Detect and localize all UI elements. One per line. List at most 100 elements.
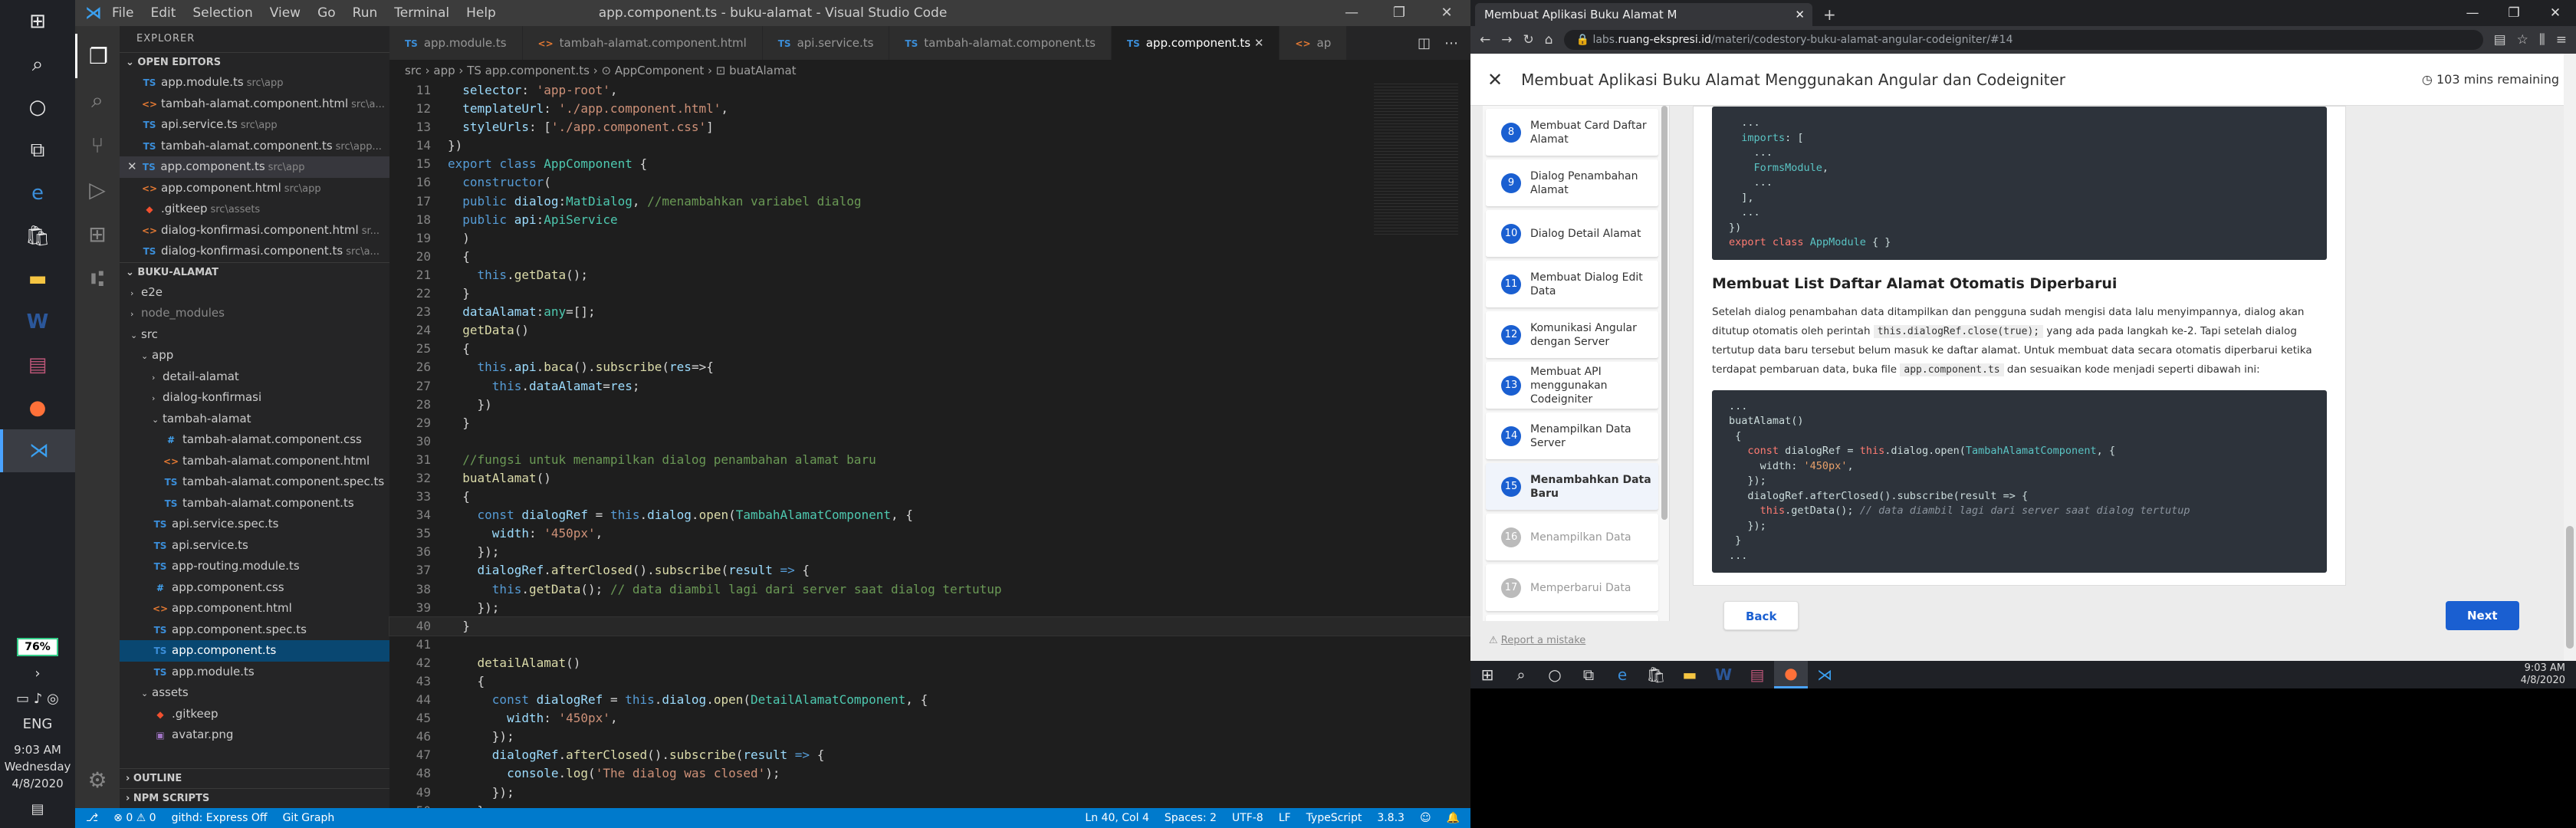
code-line[interactable]: 30 [389, 432, 1470, 451]
explorer-icon[interactable]: ❐ [75, 34, 120, 78]
code-line[interactable]: 31 //fungsi untuk menampilkan dialog pen… [389, 451, 1470, 469]
lesson-nav-item-15[interactable]: 15 Menambahkan Data Baru [1486, 463, 1658, 511]
code-line[interactable]: 21 this.getData(); [389, 266, 1470, 284]
back-button[interactable]: Back [1723, 601, 1799, 630]
menu-file[interactable]: File [112, 5, 133, 21]
tree-file[interactable]: TS tambah-alamat.component.spec.ts [120, 472, 389, 493]
close-tab-icon[interactable]: ✕ [1250, 36, 1264, 50]
cortana-icon[interactable]: ○ [0, 86, 75, 129]
right-clock[interactable]: 9:03 AM 4/8/2020 [2521, 662, 2576, 687]
menu-edit[interactable]: Edit [150, 5, 176, 21]
minimize-icon[interactable]: — [1328, 0, 1375, 26]
extensions-icon[interactable]: ⊞ [75, 212, 120, 256]
more-actions-icon[interactable]: ⋯ [1444, 35, 1458, 51]
firefox-icon[interactable]: ● [0, 386, 75, 429]
tree-file[interactable]: TS app-routing.module.ts [120, 556, 389, 577]
tree-file[interactable]: TS api.service.spec.ts [120, 514, 389, 535]
code-line[interactable]: 38 this.getData(); // data diambil lagi … [389, 580, 1470, 599]
status-item[interactable]: githd: Express Off [172, 812, 268, 824]
close-lesson-icon[interactable]: ✕ [1487, 69, 1503, 90]
open-editor-item[interactable]: ✕ TS app.component.ts src\app [120, 156, 389, 178]
code-line[interactable]: 28 }) [389, 396, 1470, 414]
menu-view[interactable]: View [270, 5, 301, 21]
code-line[interactable]: 16 constructor( [389, 173, 1470, 192]
project-section[interactable]: ⌄ BUKU-ALAMAT [120, 261, 389, 282]
code-line[interactable]: 39 }); [389, 599, 1470, 617]
open-editor-item[interactable]: <> dialog-konfirmasi.component.html sr... [120, 220, 389, 242]
code-line[interactable]: 32 buatAlamat() [389, 469, 1470, 488]
code-line[interactable]: 23 dataAlamat:any=[]; [389, 303, 1470, 321]
lesson-nav-item-12[interactable]: 12 Komunikasi Angular dengan Server [1486, 311, 1658, 359]
tree-folder[interactable]: › e2e [120, 282, 389, 304]
lesson-nav-item-18[interactable]: 18Menghapus Data [1486, 615, 1658, 621]
firefox-icon[interactable]: ● [1774, 661, 1808, 688]
code-line[interactable]: 19 ) [389, 229, 1470, 248]
status-item[interactable]: Ln 40, Col 4 [1085, 812, 1148, 824]
lesson-nav-item-13[interactable]: 13 Membuat API menggunakan Codeigniter [1486, 362, 1658, 409]
code-line[interactable]: 42 detailAlamat() [389, 654, 1470, 672]
npm-scripts-section[interactable]: › NPM SCRIPTS [120, 788, 389, 808]
tree-folder[interactable]: ⌄ tambah-alamat [120, 409, 389, 430]
code-line[interactable]: 29 } [389, 414, 1470, 432]
tree-file[interactable]: # app.component.css [120, 577, 389, 599]
reload-icon[interactable]: ↻ [1523, 32, 1534, 48]
edge-icon[interactable]: e [1605, 665, 1639, 684]
code-line[interactable]: 11 selector: 'app-root', [389, 81, 1470, 100]
code-line[interactable]: 27 this.dataAlamat=res; [389, 377, 1470, 396]
search-icon[interactable]: ⌕ [0, 43, 75, 86]
address-bar[interactable]: 🔒 labs.ruang-ekspresi.id/materi/codestor… [1563, 30, 2483, 50]
code-line[interactable]: 45 width: '450px', [389, 709, 1470, 728]
lesson-nav-item-9[interactable]: 9 Dialog Penambahan Alamat [1486, 159, 1658, 207]
editor-tab[interactable]: TS tambah-alamat.component.ts [889, 26, 1112, 60]
code-line[interactable]: 37 dialogRef.afterClosed().subscribe(res… [389, 561, 1470, 580]
tree-folder[interactable]: › detail-alamat [120, 366, 389, 388]
open-editor-item[interactable]: ◆ .gitkeep src\assets [120, 199, 389, 220]
page-scrollbar[interactable] [2564, 54, 2576, 661]
code-line[interactable]: 24 getData() [389, 321, 1470, 340]
close-editor-icon[interactable]: ✕ [127, 159, 140, 173]
menu-run[interactable]: Run [353, 5, 378, 21]
status-item[interactable]: ⊗ 0 ⚠ 0 [113, 812, 156, 824]
tree-folder[interactable]: ⌄ assets [120, 682, 389, 704]
tree-folder[interactable]: › node_modules [120, 303, 389, 324]
task-view-icon[interactable]: ⧉ [0, 129, 75, 172]
editor-tab[interactable]: TS app.module.ts [389, 26, 523, 60]
editor-tab[interactable]: TS api.service.ts [762, 26, 890, 60]
vscode-icon[interactable]: ⋊ [0, 429, 75, 472]
tree-file[interactable]: TS app.component.ts [120, 640, 389, 662]
edge-icon[interactable]: e [0, 172, 75, 215]
open-editor-item[interactable]: TS api.service.ts src\app [120, 114, 389, 136]
winrar-icon[interactable]: ▤ [1740, 665, 1774, 684]
minimap[interactable] [1374, 81, 1458, 235]
editor-tab[interactable]: <> ap [1280, 26, 1348, 60]
code-line[interactable]: 34 const dialogRef = this.dialog.open(Ta… [389, 506, 1470, 524]
vscode-icon[interactable]: ⋊ [1808, 665, 1842, 684]
nav-scrollbar[interactable] [1661, 106, 1668, 520]
code-line[interactable]: 13 styleUrls: ['./app.component.css'] [389, 118, 1470, 136]
tree-file[interactable]: TS app.component.spec.ts [120, 619, 389, 641]
browser-tab[interactable]: Membuat Aplikasi Buku Alamat M ✕ [1475, 3, 1812, 26]
tree-file[interactable]: TS api.service.ts [120, 535, 389, 557]
tree-file[interactable]: # tambah-alamat.component.css [120, 429, 389, 451]
open-editor-item[interactable]: TS tambah-alamat.component.ts src\app... [120, 136, 389, 157]
tree-file[interactable]: TS app.module.ts [120, 662, 389, 683]
notification-icon[interactable]: ▤ [31, 801, 44, 817]
code-line[interactable]: 25 { [389, 340, 1470, 358]
windows-start-icon[interactable]: ⊞ [1470, 665, 1504, 684]
restore-icon[interactable]: ❐ [2493, 0, 2535, 26]
close-tab-icon[interactable]: ✕ [1795, 3, 1805, 26]
status-item[interactable]: ⎇ [86, 812, 98, 824]
lesson-nav-item-10[interactable]: 10 Dialog Detail Alamat [1486, 210, 1658, 258]
editor-tab[interactable]: TS app.component.ts ✕ [1111, 26, 1280, 60]
report-mistake-link[interactable]: ⚠ Report a mistake [1489, 635, 1585, 646]
lesson-nav-item-8[interactable]: 8 Membuat Card Daftar Alamat [1486, 109, 1658, 156]
minimize-icon[interactable]: — [2452, 0, 2493, 26]
code-line[interactable]: 48 console.log('The dialog was closed'); [389, 764, 1470, 783]
tree-file[interactable]: ▣ avatar.png [120, 724, 389, 746]
status-item[interactable]: ☺ [1420, 812, 1431, 824]
menu-go[interactable]: Go [317, 5, 336, 21]
code-line[interactable]: 35 width: '450px', [389, 524, 1470, 543]
code-line[interactable]: 43 { [389, 672, 1470, 691]
code-line[interactable]: 17 public dialog:MatDialog, //menambahka… [389, 192, 1470, 211]
open-editor-item[interactable]: <> app.component.html src\app [120, 178, 389, 199]
